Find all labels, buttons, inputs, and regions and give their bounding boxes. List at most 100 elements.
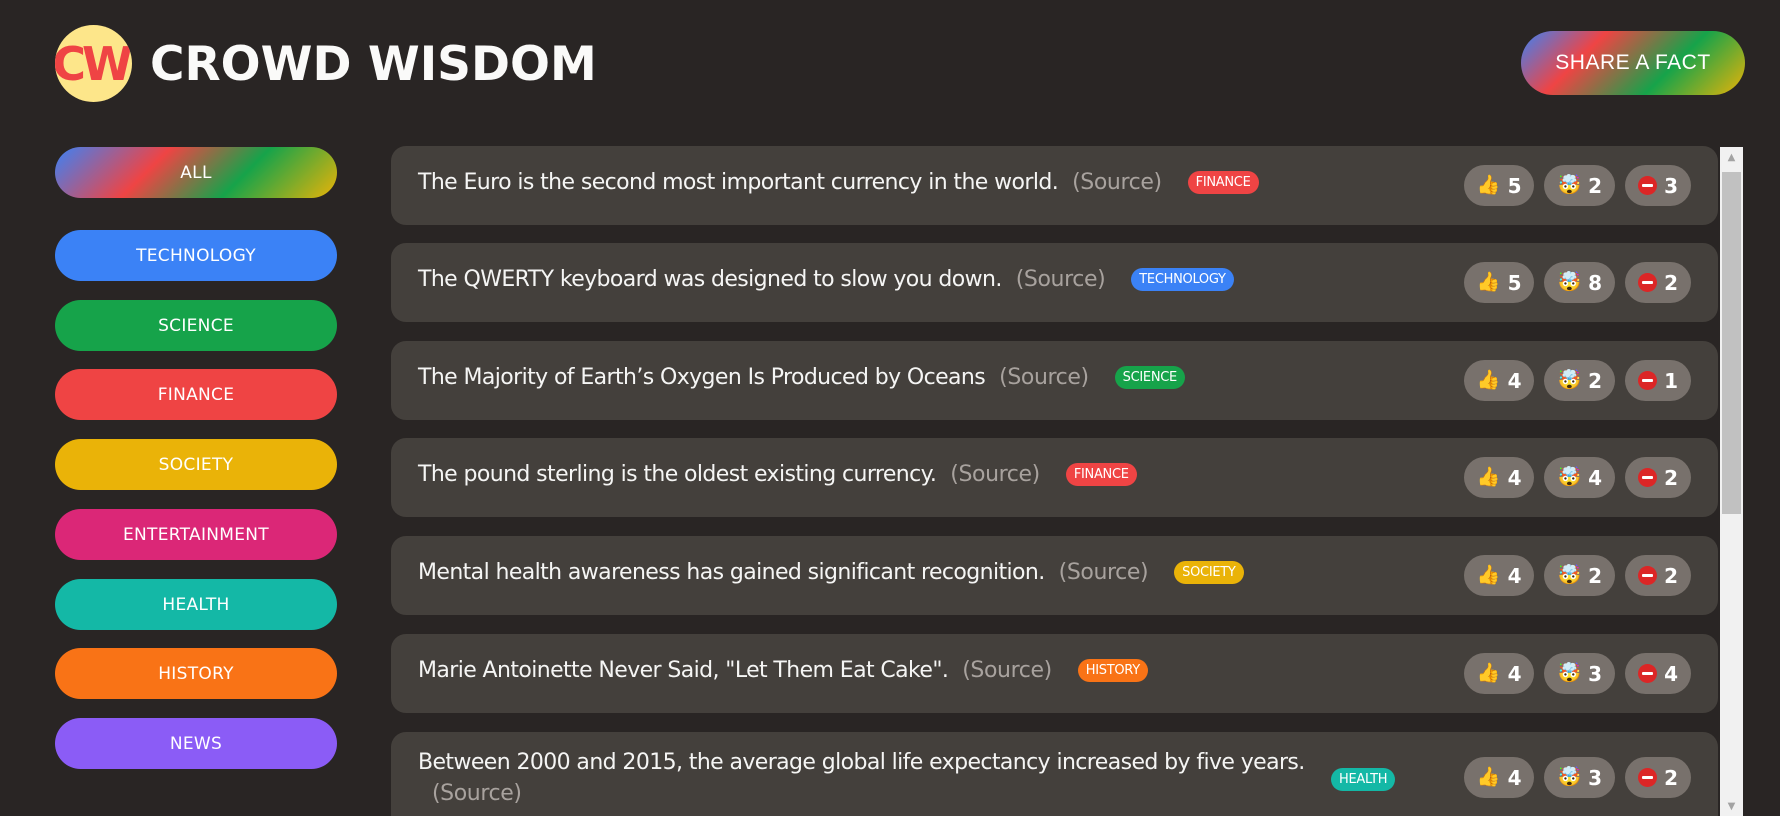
vote-buttons: 👍 4 🤯 2 2 [1463,555,1691,596]
vote-interesting-button[interactable]: 👍 4 [1463,457,1535,498]
category-button-science[interactable]: SCIENCE [55,300,337,351]
category-button-entertainment[interactable]: ENTERTAINMENT [55,509,337,560]
mind-blown-icon: 🤯 [1557,466,1582,488]
thumbs-up-icon: 👍 [1476,271,1501,293]
fact-source-link[interactable]: (Source) [962,658,1052,683]
app-title: CROWD WISDOM [150,37,597,92]
vote-count: 5 [1507,270,1522,295]
no-entry-icon [1638,273,1658,292]
mind-blown-icon: 🤯 [1557,564,1582,586]
category-button-news[interactable]: NEWS [55,718,337,769]
thumbs-up-icon: 👍 [1476,174,1501,196]
no-entry-icon [1638,566,1658,585]
category-button-society[interactable]: SOCIETY [55,439,337,490]
mind-blown-icon: 🤯 [1557,174,1582,196]
fact-category-tag: FINANCE [1065,463,1137,486]
category-button-finance[interactable]: FINANCE [55,369,337,420]
vote-count: 3 [1588,765,1603,790]
fact-source-link[interactable]: (Source) [1016,267,1106,292]
vote-false-button[interactable]: 2 [1625,555,1691,596]
fact-category-tag: TECHNOLOGY [1131,268,1234,291]
scrollbar-thumb[interactable] [1722,172,1741,514]
fact-category-tag: SOCIETY [1174,561,1244,584]
vote-count: 4 [1507,368,1522,393]
vote-count: 3 [1588,661,1603,686]
vote-count: 2 [1588,563,1603,588]
fact-source-link[interactable]: (Source) [999,365,1089,390]
vote-count: 2 [1588,173,1603,198]
thumbs-up-icon: 👍 [1476,369,1501,391]
vote-interesting-button[interactable]: 👍 4 [1463,555,1535,596]
vote-mindblowing-button[interactable]: 🤯 3 [1544,757,1616,798]
vote-false-button[interactable]: 1 [1625,360,1691,401]
fact-text: Marie Antoinette Never Said, "Let Them E… [418,658,949,683]
vote-buttons: 👍 4 🤯 4 2 [1463,457,1691,498]
vote-buttons: 👍 4 🤯 3 2 [1463,757,1691,798]
vote-count: 4 [1507,563,1522,588]
fact-source-link[interactable]: (Source) [1072,170,1162,195]
scroll-down-arrow-icon[interactable]: ▼ [1720,796,1743,816]
vote-false-button[interactable]: 3 [1625,165,1691,206]
vertical-scrollbar[interactable]: ▲ ▼ [1720,147,1743,816]
fact-category-tag: HEALTH [1331,768,1396,791]
vote-false-button[interactable]: 4 [1625,653,1691,694]
facts-list: The Euro is the second most important cu… [391,146,1718,816]
vote-count: 2 [1664,465,1678,490]
fact-item: Mental health awareness has gained signi… [391,536,1718,615]
vote-count: 2 [1664,765,1678,790]
vote-mindblowing-button[interactable]: 🤯 8 [1544,262,1616,303]
vote-mindblowing-button[interactable]: 🤯 2 [1544,555,1616,596]
vote-interesting-button[interactable]: 👍 4 [1463,757,1535,798]
vote-count: 4 [1507,765,1522,790]
vote-mindblowing-button[interactable]: 🤯 2 [1544,360,1616,401]
vote-mindblowing-button[interactable]: 🤯 2 [1544,165,1616,206]
vote-count: 8 [1588,270,1603,295]
fact-text: The pound sterling is the oldest existin… [418,462,937,487]
category-button-history[interactable]: HISTORY [55,648,337,699]
vote-count: 2 [1664,563,1678,588]
category-button-all[interactable]: ALL [55,147,337,198]
vote-interesting-button[interactable]: 👍 4 [1463,360,1535,401]
vote-buttons: 👍 5 🤯 2 3 [1463,165,1691,206]
fact-category-tag: SCIENCE [1114,366,1185,389]
vote-count: 3 [1664,173,1678,198]
mind-blown-icon: 🤯 [1557,271,1582,293]
fact-source-link[interactable]: (Source) [1059,560,1149,585]
scroll-up-arrow-icon[interactable]: ▲ [1720,147,1743,167]
fact-text: The Euro is the second most important cu… [418,170,1059,195]
vote-false-button[interactable]: 2 [1625,262,1691,303]
vote-interesting-button[interactable]: 👍 5 [1463,262,1535,303]
fact-text: The QWERTY keyboard was designed to slow… [418,267,1002,292]
fact-source-link[interactable]: (Source) [432,781,522,806]
fact-text: Between 2000 and 2015, the average globa… [418,750,1305,775]
fact-source-link[interactable]: (Source) [950,462,1040,487]
no-entry-icon [1638,176,1658,195]
vote-interesting-button[interactable]: 👍 4 [1463,653,1535,694]
vote-count: 1 [1664,368,1678,393]
mind-blown-icon: 🤯 [1557,662,1582,684]
vote-count: 4 [1664,661,1678,686]
share-fact-button[interactable]: SHARE A FACT [1521,31,1745,95]
fact-item: Between 2000 and 2015, the average globa… [391,732,1718,816]
no-entry-icon [1638,468,1658,487]
vote-buttons: 👍 4 🤯 3 4 [1463,653,1691,694]
logo-text: CW [55,36,132,91]
vote-false-button[interactable]: 2 [1625,757,1691,798]
thumbs-up-icon: 👍 [1476,662,1501,684]
thumbs-up-icon: 👍 [1476,564,1501,586]
vote-count: 4 [1507,465,1522,490]
vote-mindblowing-button[interactable]: 🤯 4 [1544,457,1616,498]
category-button-health[interactable]: HEALTH [55,579,337,630]
fact-category-tag: HISTORY [1077,659,1148,682]
category-button-technology[interactable]: TECHNOLOGY [55,230,337,281]
vote-false-button[interactable]: 2 [1625,457,1691,498]
vote-mindblowing-button[interactable]: 🤯 3 [1544,653,1616,694]
fact-item: Marie Antoinette Never Said, "Let Them E… [391,634,1718,713]
app-logo: CW [55,25,132,102]
vote-interesting-button[interactable]: 👍 5 [1463,165,1535,206]
vote-count: 4 [1588,465,1603,490]
mind-blown-icon: 🤯 [1557,369,1582,391]
no-entry-icon [1638,768,1658,787]
fact-item: The Euro is the second most important cu… [391,146,1718,225]
fact-text: The Majority of Earth’s Oxygen Is Produc… [418,365,986,390]
